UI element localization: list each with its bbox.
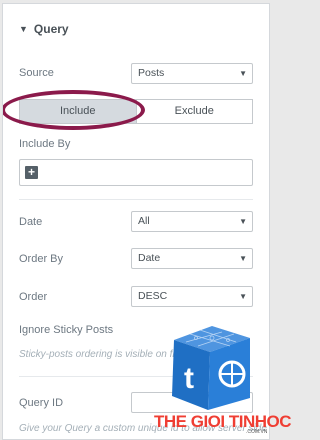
- caret-down-icon: ▼: [19, 24, 28, 34]
- include-exclude-tabs: Include Exclude: [19, 99, 253, 124]
- chevron-down-icon: ▼: [239, 217, 247, 226]
- section-header-query[interactable]: ▼ Query: [19, 22, 69, 36]
- order-by-value: Date: [138, 252, 161, 264]
- order-value: DESC: [138, 290, 168, 302]
- tab-include[interactable]: Include: [19, 99, 136, 124]
- date-label: Date: [19, 216, 43, 228]
- divider: [19, 199, 253, 200]
- source-select[interactable]: Posts ▼: [131, 63, 253, 84]
- ignore-sticky-label: Ignore Sticky Posts: [19, 324, 114, 336]
- order-label: Order: [19, 291, 48, 303]
- query-id-label: Query ID: [19, 397, 64, 409]
- svg-text:t: t: [184, 362, 194, 395]
- order-select[interactable]: DESC ▼: [131, 286, 253, 307]
- date-value: All: [138, 215, 150, 227]
- include-by-field[interactable]: +: [19, 159, 253, 186]
- date-select[interactable]: All ▼: [131, 211, 253, 232]
- tab-exclude[interactable]: Exclude: [135, 99, 253, 124]
- plus-icon[interactable]: +: [25, 166, 38, 179]
- section-title: Query: [33, 22, 69, 36]
- include-by-label: Include By: [19, 138, 71, 150]
- brand-domain: .COM.VN: [246, 429, 268, 435]
- brand-wordmark: THE GIOI TINHOC: [154, 412, 292, 431]
- chevron-down-icon: ▼: [239, 254, 247, 263]
- order-by-select[interactable]: Date ▼: [131, 248, 253, 269]
- chevron-down-icon: ▼: [239, 69, 247, 78]
- source-value: Posts: [138, 67, 165, 79]
- chevron-down-icon: ▼: [239, 292, 247, 301]
- source-label: Source: [19, 67, 54, 79]
- order-by-label: Order By: [19, 253, 64, 265]
